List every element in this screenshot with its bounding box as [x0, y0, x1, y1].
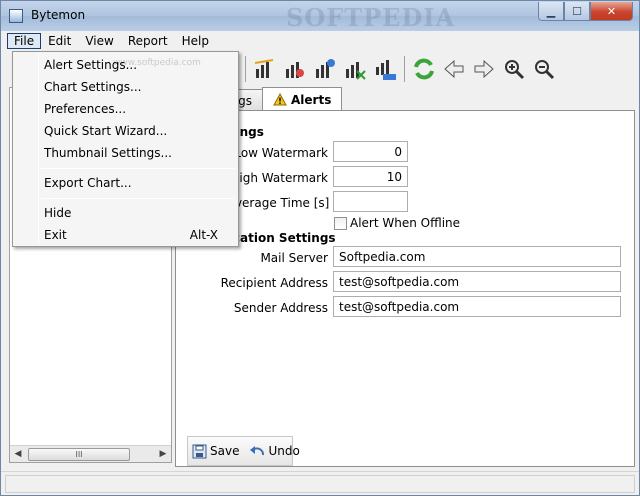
toolbar: L: [181, 53, 637, 85]
zoom-out-icon[interactable]: [529, 55, 559, 83]
menu-edit[interactable]: Edit: [41, 33, 78, 49]
chart-tool-icon-3[interactable]: [310, 55, 340, 83]
menu-item-export-chart[interactable]: Export Chart...: [44, 176, 132, 190]
exit-shortcut: Alt-X: [189, 228, 218, 242]
average-time-input[interactable]: [333, 191, 408, 212]
mail-server-label: Mail Server: [260, 251, 328, 265]
settings-area: gs Alerts ttings Low Watermark 0 High Wa…: [175, 87, 635, 467]
minimize-button[interactable]: ▁: [538, 2, 564, 21]
softpedia-watermark: SOFTPEDIA: [286, 3, 456, 32]
close-button[interactable]: ✕: [590, 2, 633, 21]
menu-file[interactable]: File: [7, 33, 42, 49]
tab-alerts[interactable]: Alerts: [262, 87, 343, 111]
mail-server-input[interactable]: Softpedia.com: [333, 246, 621, 267]
menu-item-thumbnail-settings[interactable]: Thumbnail Settings...: [44, 146, 172, 160]
high-watermark-input[interactable]: 10: [333, 166, 408, 187]
menu-view[interactable]: View: [78, 33, 120, 49]
alerts-tab-panel: ttings Low Watermark 0 High Watermark 10…: [175, 110, 635, 467]
chart-tool-icon-4[interactable]: [340, 55, 370, 83]
save-label: Save: [210, 444, 240, 458]
menu-item-quick-start-wizard[interactable]: Quick Start Wizard...: [44, 124, 167, 138]
chart-tool-icon-1[interactable]: [250, 55, 280, 83]
menu-bar: File Edit View Report Help: [1, 31, 639, 51]
app-icon: [9, 9, 23, 23]
alert-offline-label: Alert When Offline: [350, 216, 461, 230]
undo-label: Undo: [268, 444, 300, 458]
scroll-thumb[interactable]: III: [28, 447, 130, 461]
alert-offline-checkbox-row[interactable]: Alert When Offline: [334, 216, 460, 230]
forward-arrow-icon[interactable]: [469, 55, 499, 83]
menu-item-hide[interactable]: Hide: [44, 206, 71, 220]
refresh-icon[interactable]: [409, 55, 439, 83]
undo-icon: [250, 446, 265, 456]
recipient-address-label: Recipient Address: [220, 276, 328, 290]
undo-button[interactable]: Undo: [249, 444, 300, 458]
menu-help[interactable]: Help: [175, 33, 216, 49]
save-button[interactable]: Save: [192, 444, 239, 459]
scroll-right-icon[interactable]: ▶: [155, 449, 171, 459]
menu-item-chart-settings[interactable]: Chart Settings...: [44, 80, 141, 94]
alert-offline-checkbox[interactable]: [334, 216, 347, 230]
zoom-in-icon[interactable]: [499, 55, 529, 83]
tab-alerts-label: Alerts: [291, 92, 332, 107]
recipient-address-input[interactable]: test@softpedia.com: [333, 271, 621, 292]
menu-report[interactable]: Report: [121, 33, 175, 49]
maximize-button[interactable]: ☐: [564, 2, 590, 21]
status-bar: [1, 471, 639, 495]
back-arrow-icon[interactable]: [439, 55, 469, 83]
window-title: Bytemon: [31, 8, 86, 22]
save-icon: [192, 444, 207, 458]
menu-item-alert-settings[interactable]: Alert Settings...: [44, 58, 137, 72]
scroll-left-icon[interactable]: ◀: [10, 449, 26, 459]
notification-settings-title: fication Settings: [224, 231, 336, 245]
warning-icon: [273, 93, 287, 106]
low-watermark-input[interactable]: 0: [333, 141, 408, 162]
sender-address-input[interactable]: test@softpedia.com: [333, 296, 621, 317]
sender-address-label: Sender Address: [233, 301, 328, 315]
horizontal-scrollbar[interactable]: ◀ III ▶: [10, 445, 171, 462]
title-bar[interactable]: Bytemon SOFTPEDIA ▁ ☐ ✕: [1, 1, 639, 32]
action-bar: Save Undo: [187, 436, 300, 466]
file-menu-dropdown: www.softpedia.com Alert Settings... Char…: [12, 51, 239, 247]
menu-item-preferences[interactable]: Preferences...: [44, 102, 126, 116]
menu-item-exit[interactable]: Exit: [44, 228, 67, 242]
snmp-chart-icon[interactable]: [370, 55, 400, 83]
chart-tool-icon-2[interactable]: [280, 55, 310, 83]
app-window: Bytemon SOFTPEDIA ▁ ☐ ✕ File Edit View R…: [0, 0, 640, 496]
